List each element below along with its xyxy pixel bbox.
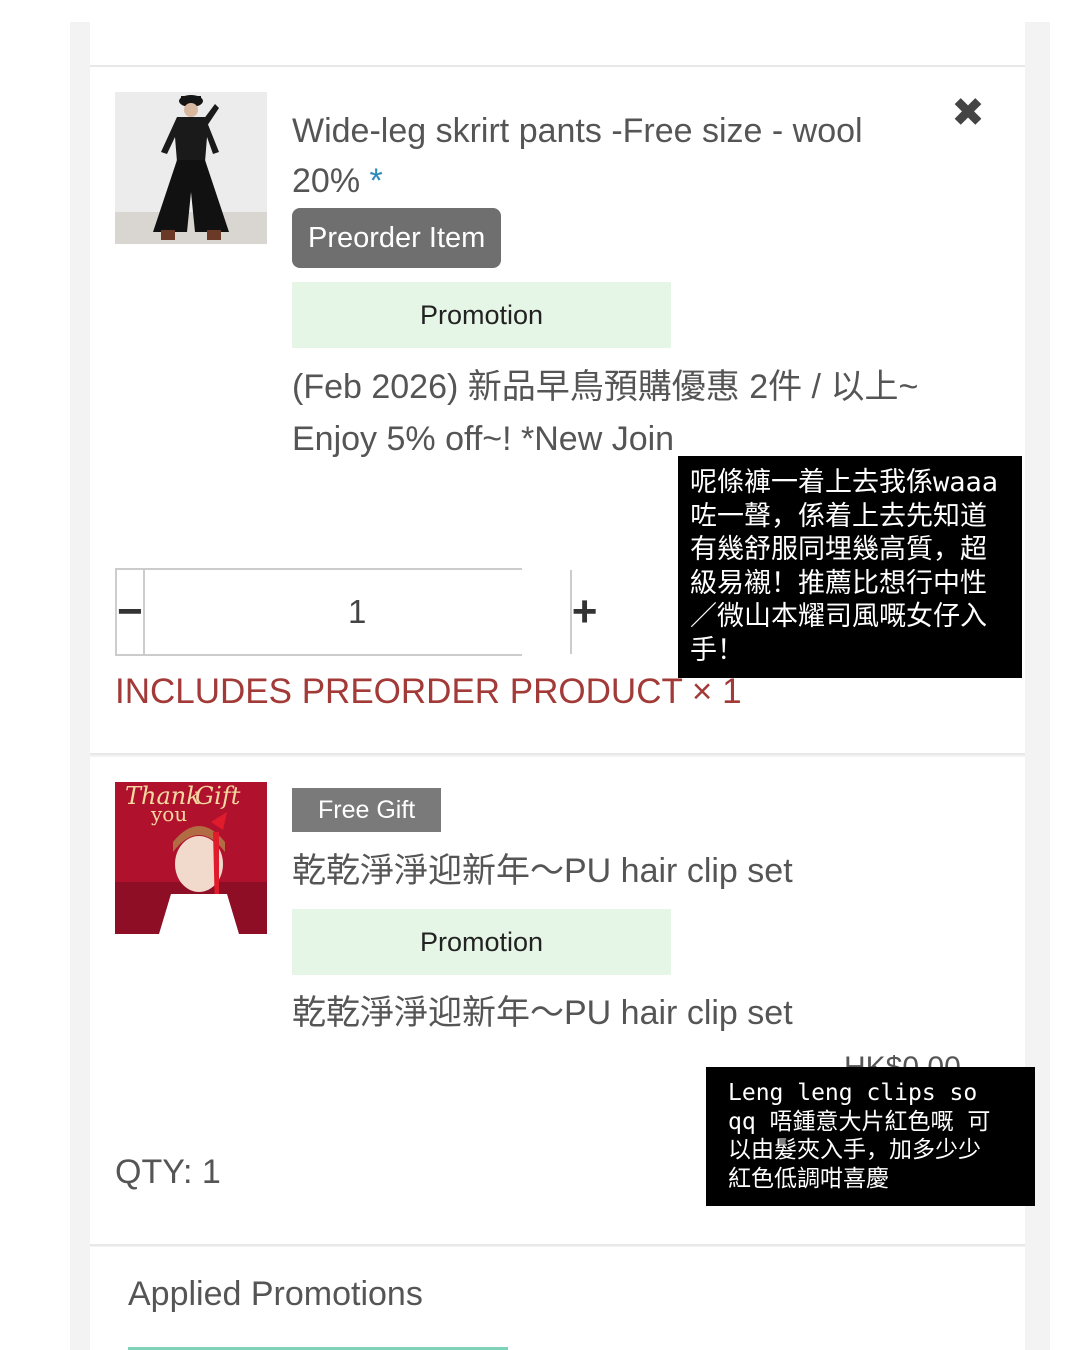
product-title[interactable]: Wide-leg skrirt pants -Free size - wool …: [292, 106, 892, 206]
caption-line: Leng leng clips so: [728, 1080, 978, 1106]
caption-overlay-hair-clips: Leng leng clips so qq 唔鍾意大片紅色嘅 可 以由髮夾入手，…: [706, 1067, 1035, 1206]
promotion-tag: Promotion: [292, 909, 671, 975]
caption-overlay-pants: 呢條褲一着上去我係waaa 咗一聲，係着上去先知道 有幾舒服同埋幾高質，超 級易…: [678, 456, 1022, 678]
caption-line: 級易襯！推薦比想行中性: [690, 567, 987, 599]
required-asterisk: *: [369, 162, 383, 200]
previous-card-edge: [90, 22, 1025, 67]
increase-quantity-button[interactable]: +: [569, 570, 598, 654]
remove-item-button[interactable]: ✖: [948, 93, 988, 133]
caption-line: 咗一聲，係着上去先知道: [690, 500, 987, 532]
caption-line: 以由髮夾入手，加多少少: [728, 1137, 981, 1163]
close-x-icon: ✖: [951, 91, 985, 135]
gift-thumbnail[interactable]: Thank Gift you: [115, 782, 267, 934]
caption-line: 有幾舒服同埋幾高質，超: [690, 534, 987, 565]
gift-thumb-text-you: you: [151, 802, 188, 826]
promotion-description: (Feb 2026) 新品早鳥預購優惠 2件 / 以上~ Enjoy 5% of…: [292, 368, 919, 458]
caption-line: 紅色低調咁喜慶: [728, 1165, 889, 1192]
caption-line: 手！: [690, 634, 744, 666]
left-gutter: [0, 0, 70, 1350]
minus-icon: −: [117, 587, 143, 636]
gift-quantity: QTY: 1: [115, 1153, 221, 1191]
free-gift-badge: Free Gift: [292, 788, 442, 832]
applied-promotions-section: Applied Promotions: [90, 1247, 1025, 1350]
gift-thumb-text-gift: Gift: [195, 782, 241, 810]
model-photo: [115, 92, 267, 244]
product-thumbnail[interactable]: [115, 92, 267, 244]
caption-line: 呢條褲一着上去我係waaa: [690, 467, 999, 498]
caption-line: qq 唔鍾意大片紅色嘅 可: [728, 1108, 991, 1135]
preorder-product-note: INCLUDES PREORDER PRODUCT × 1: [115, 672, 742, 711]
gift-title[interactable]: 乾乾淨淨迎新年～PU hair clip set: [292, 846, 892, 896]
gift-price: HK$0.00: [844, 1053, 961, 1067]
promotion-description: 乾乾淨淨迎新年～PU hair clip set: [292, 994, 793, 1032]
quantity-input[interactable]: [144, 570, 570, 654]
promotion-tag: Promotion: [292, 282, 671, 348]
caption-line: ／微山本耀司風嘅女仔入: [690, 601, 987, 632]
decrease-quantity-button[interactable]: −: [117, 570, 145, 654]
applied-promotions-title: Applied Promotions: [128, 1275, 423, 1313]
plus-icon: +: [571, 587, 598, 636]
preorder-badge: Preorder Item: [292, 208, 502, 268]
quantity-stepper: − +: [115, 568, 597, 656]
